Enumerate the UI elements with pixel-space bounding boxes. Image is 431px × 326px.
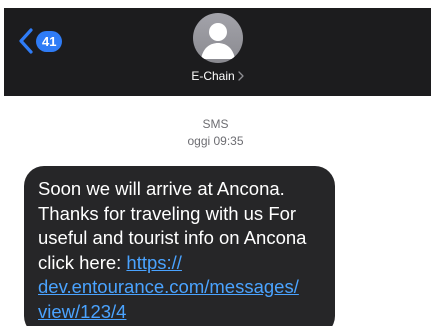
message-line-with-link: click here: https:// bbox=[38, 251, 321, 276]
person-silhouette-icon bbox=[200, 23, 235, 59]
messages-screen: 41 E-Chain SMS oggi 09:35 Soon we will a… bbox=[0, 0, 431, 326]
message-timestamp: oggi 09:35 bbox=[187, 134, 244, 148]
message-meta: SMS oggi 09:35 bbox=[0, 116, 431, 150]
message-link-line: dev.entourance.com/messages/ bbox=[38, 275, 321, 300]
message-text: Soon we will arrive at Ancona. Thanks fo… bbox=[38, 177, 321, 324]
message-line: useful and tourist info on Ancona bbox=[38, 227, 307, 248]
message-line: Thanks for traveling with us For bbox=[38, 202, 297, 224]
message-type-label: SMS bbox=[202, 117, 229, 131]
message-link-end[interactable]: view/123/4 bbox=[38, 301, 126, 322]
message-line-text: click here: bbox=[38, 251, 127, 273]
message-link[interactable]: https:// bbox=[126, 252, 182, 273]
message-link-continued[interactable]: dev.entourance.com/messages/ bbox=[38, 276, 299, 297]
conversation-header: 41 E-Chain bbox=[4, 8, 431, 96]
message-link-line: view/123/4 bbox=[38, 300, 321, 325]
contact-name: E-Chain bbox=[191, 69, 235, 83]
message-line: Soon we will arrive at Ancona. bbox=[38, 178, 285, 199]
contact-name-row: E-Chain bbox=[191, 69, 244, 83]
message-bubble[interactable]: Soon we will arrive at Ancona. Thanks fo… bbox=[24, 166, 335, 326]
contact-info-button[interactable]: E-Chain bbox=[4, 13, 431, 83]
chevron-right-icon bbox=[238, 71, 244, 81]
avatar bbox=[192, 13, 243, 63]
